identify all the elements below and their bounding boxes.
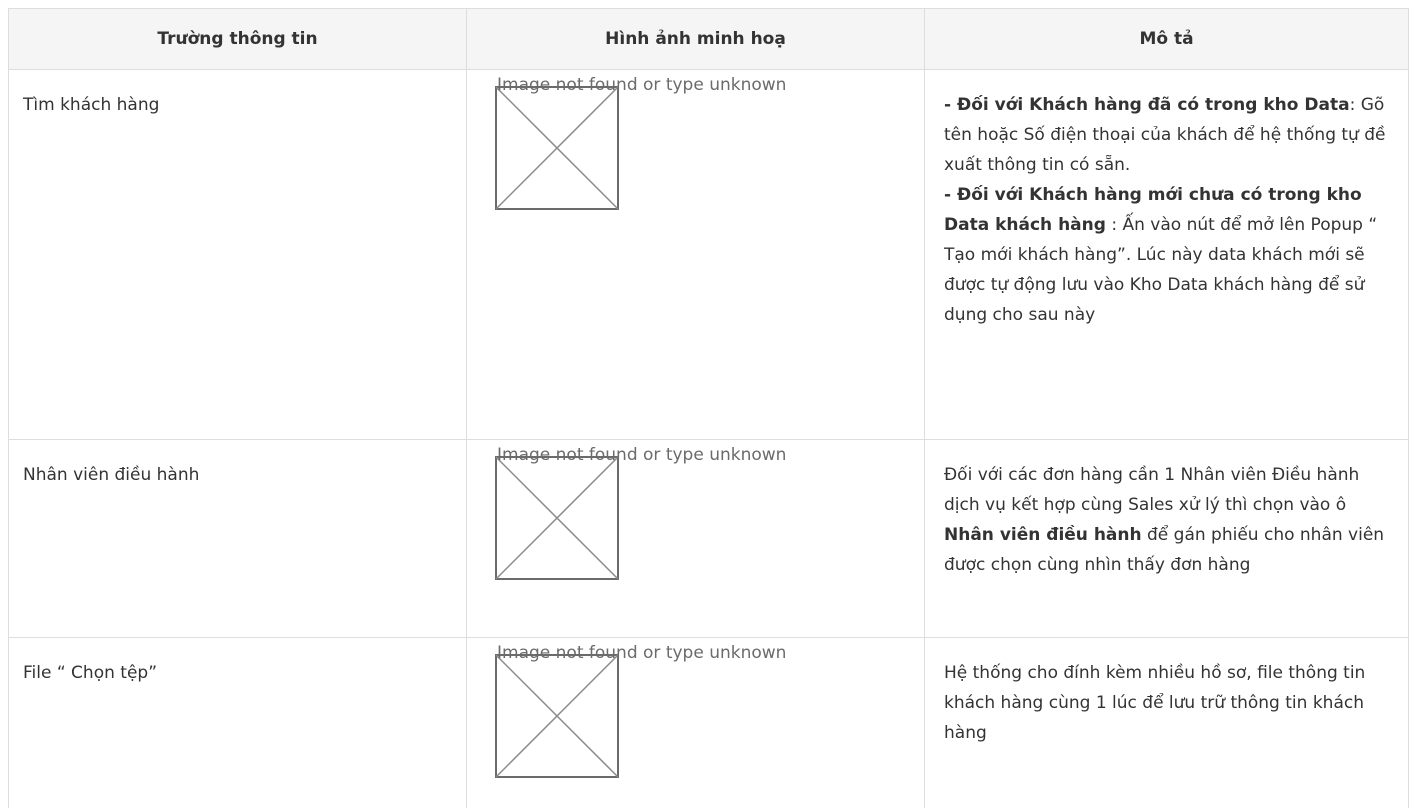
header-field: Trường thông tin — [9, 9, 467, 70]
header-image: Hình ảnh minh hoạ — [467, 9, 925, 70]
image-alt-text: Image not found or type unknown — [497, 638, 786, 668]
table-row: Nhân viên điều hành Image not found or t… — [9, 440, 1409, 638]
header-description: Mô tả — [925, 9, 1409, 70]
image-cell: Image not found or type unknown — [467, 638, 925, 808]
description: Đối với các đơn hàng cần 1 Nhân viên Điề… — [925, 440, 1409, 638]
broken-image-icon — [495, 86, 619, 210]
description-bold: - Đối với Khách hàng đã có trong kho Dat… — [944, 95, 1350, 115]
image-cell: Image not found or type unknown — [467, 440, 925, 638]
field-name: Tìm khách hàng — [9, 70, 467, 440]
image-cell: Image not found or type unknown — [467, 70, 925, 440]
table-row: File “ Chọn tệp” Image not found or type… — [9, 638, 1409, 808]
description-bold: Nhân viên điều hành — [944, 525, 1142, 545]
field-name: File “ Chọn tệp” — [9, 638, 467, 808]
broken-image-icon — [495, 456, 619, 580]
table-row: Tìm khách hàng Image not found or type u… — [9, 70, 1409, 440]
table-header-row: Trường thông tin Hình ảnh minh hoạ Mô tả — [9, 9, 1409, 70]
image-alt-text: Image not found or type unknown — [497, 70, 786, 100]
description-text: Đối với các đơn hàng cần 1 Nhân viên Điề… — [944, 465, 1359, 515]
info-table: Trường thông tin Hình ảnh minh hoạ Mô tả… — [8, 8, 1409, 808]
description: - Đối với Khách hàng đã có trong kho Dat… — [925, 70, 1409, 440]
broken-image-icon — [495, 654, 619, 778]
field-name: Nhân viên điều hành — [9, 440, 467, 638]
description: Hệ thống cho đính kèm nhiều hồ sơ, file … — [925, 638, 1409, 808]
image-alt-text: Image not found or type unknown — [497, 440, 786, 470]
